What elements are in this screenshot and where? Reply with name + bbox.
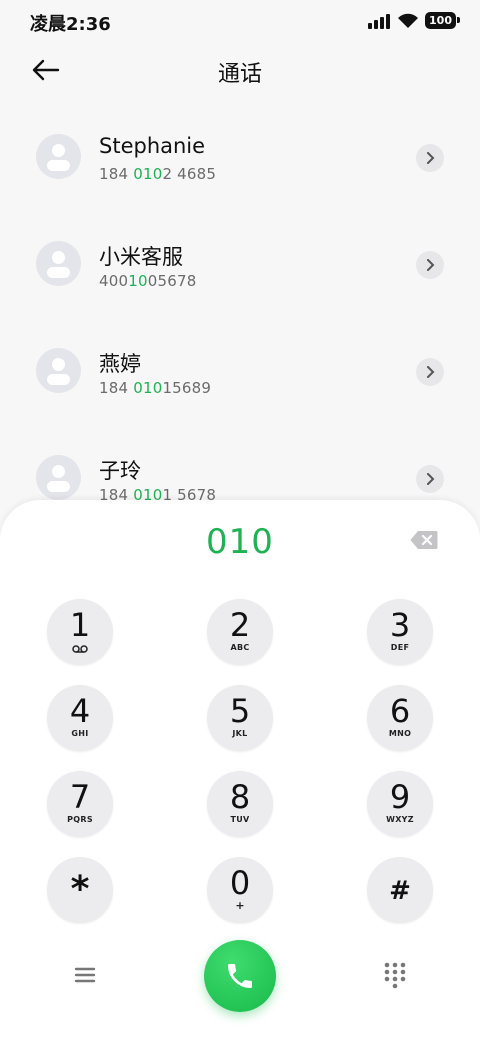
key-letters: MNO [388,729,412,738]
key-letters: ABC [230,643,250,652]
menu-icon [74,967,96,983]
dial-key-star[interactable]: * [47,857,113,923]
key-digit: 2 [229,606,251,644]
key-digit: 9 [389,778,411,816]
dialed-number: 010 [206,522,274,562]
contact-row[interactable]: 燕婷 184 01015689 [0,318,480,425]
key-digit: 6 [389,692,411,730]
dial-key-8[interactable]: 8 TUV [207,771,273,837]
dialpad-icon [384,962,406,989]
contact-row[interactable]: 小米客服 4001005678 [0,211,480,318]
dial-key-0[interactable]: 0 + [207,857,273,923]
backspace-icon [410,531,438,549]
dial-key-5[interactable]: 5 JKL [207,685,273,751]
key-letters: PQRS [67,815,93,824]
avatar [36,455,81,500]
key-digit: 0 [229,864,251,902]
contact-detail-button[interactable] [416,465,444,493]
dial-key-7[interactable]: 7 PQRS [47,771,113,837]
avatar [36,241,81,286]
key-letters: TUV [230,815,250,824]
status-bar: 凌晨2:36 100 [0,0,480,44]
contact-name: Stephanie [99,134,206,158]
contact-name: 小米客服 [99,245,183,269]
key-letters: + [235,899,245,912]
battery-indicator: 100 [425,12,460,29]
contact-number: 4001005678 [99,272,197,290]
avatar [36,348,81,393]
chevron-right-icon [427,259,435,271]
dial-key-3[interactable]: 3 DEF [367,599,433,665]
contact-detail-button[interactable] [416,251,444,279]
key-digit: 7 [69,778,91,816]
menu-button[interactable] [70,962,100,988]
key-digit: 8 [229,778,251,816]
dial-key-9[interactable]: 9 WXYZ [367,771,433,837]
chevron-right-icon [427,152,435,164]
key-digit: 1 [69,606,91,644]
avatar [36,134,81,179]
chevron-right-icon [427,473,435,485]
contact-number: 184 0102 4685 [99,165,217,183]
dial-key-hash[interactable]: # [367,857,433,923]
key-digit: 5 [229,692,251,730]
contact-list: Stephanie 184 0102 4685 小米客服 4001005678 … [0,104,480,532]
wifi-icon [398,13,419,28]
dialpad-toggle-button[interactable] [382,960,408,990]
backspace-button[interactable] [410,530,442,552]
key-letters: WXYZ [386,815,414,824]
chevron-right-icon [427,366,435,378]
page-title: 通话 [217,62,262,87]
contact-row[interactable]: Stephanie 184 0102 4685 [0,104,480,211]
dial-key-6[interactable]: 6 MNO [367,685,433,751]
contact-number: 184 01015689 [99,379,212,397]
key-digit: * [70,869,90,910]
dial-key-2[interactable]: 2 ABC [207,599,273,665]
header: 通话 [0,44,480,96]
signal-icon [368,13,391,29]
status-time: 凌晨2:36 [30,14,111,35]
contact-detail-button[interactable] [416,358,444,386]
dialpad-sheet: 010 1 2 ABC 3 DEF 4 GHI 5 JKL 6 MNO 7 PQ… [0,500,480,1040]
phone-icon [228,964,252,988]
voicemail-icon [72,645,88,653]
key-letters: JKL [232,729,248,738]
status-icons: 100 [367,12,460,29]
key-letters: DEF [390,643,410,652]
contact-detail-button[interactable] [416,144,444,172]
contact-name: 燕婷 [99,352,141,376]
dial-key-4[interactable]: 4 GHI [47,685,113,751]
call-button[interactable] [204,940,276,1012]
key-letters: GHI [71,729,89,738]
key-digit: 4 [69,692,91,730]
key-digit: 3 [389,606,411,644]
contact-name: 子玲 [99,459,141,483]
key-digit: # [389,876,411,906]
dial-key-1[interactable]: 1 [47,599,113,665]
